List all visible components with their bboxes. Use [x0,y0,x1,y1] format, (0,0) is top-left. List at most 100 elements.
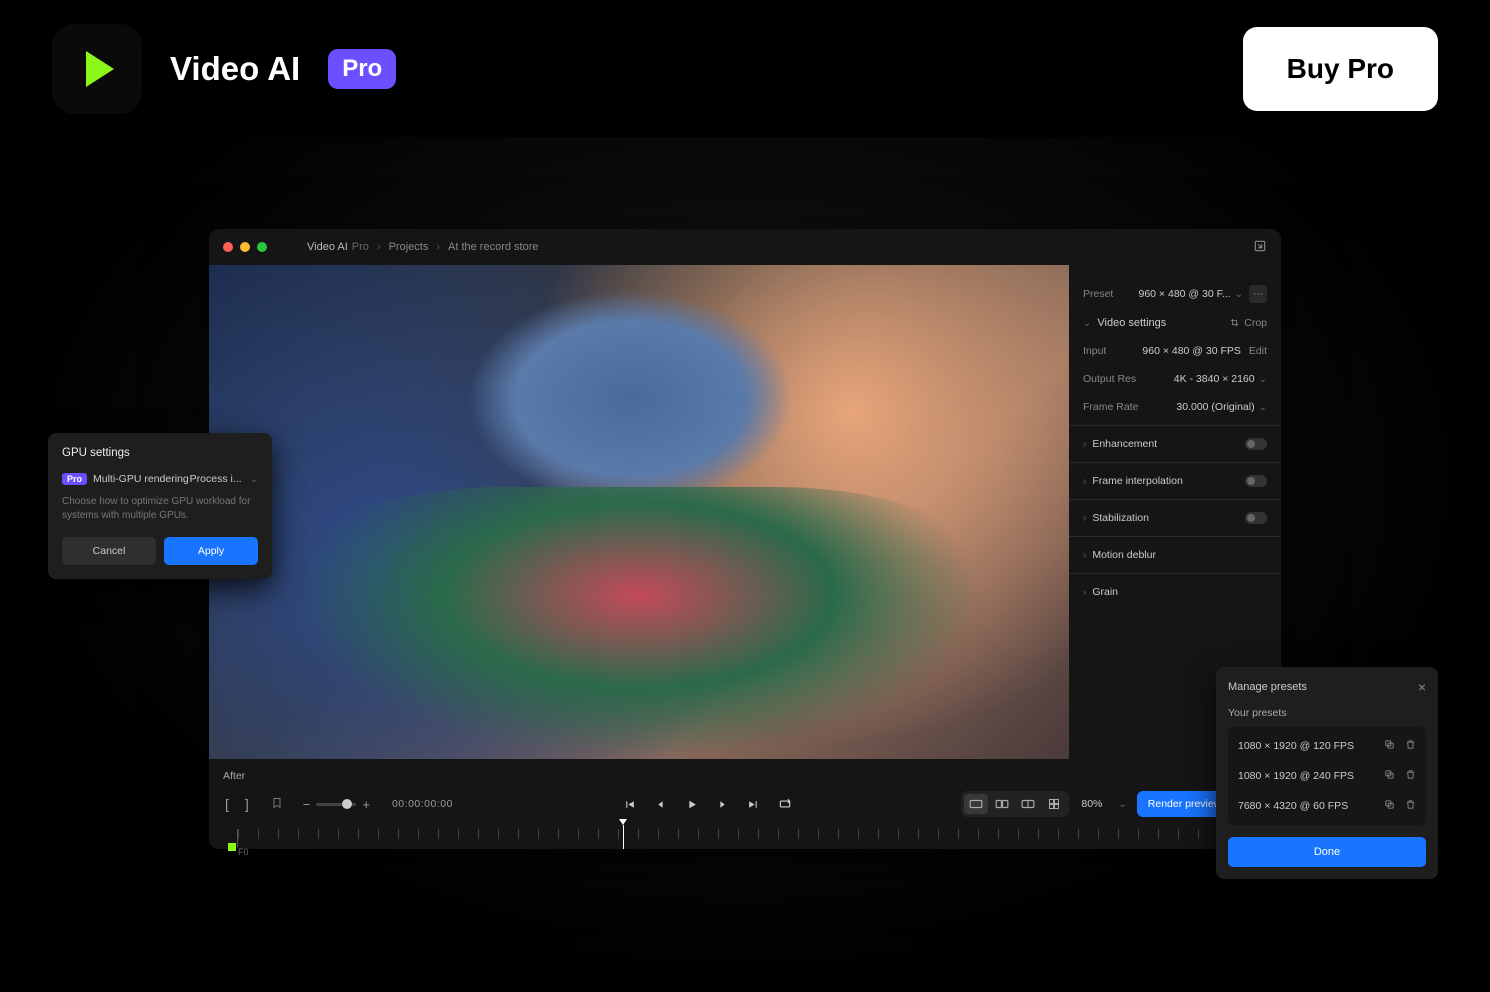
presets-done-button[interactable]: Done [1228,837,1426,867]
output-label: Output Res [1083,373,1136,385]
timeline-ticks [238,829,1252,839]
next-frame-button[interactable] [716,798,729,811]
editor-titlebar: Video AI Pro › Projects › At the record … [209,229,1281,265]
video-settings-header[interactable]: ⌄ Video settings Crop [1079,309,1271,337]
enhancement-section[interactable]: › Enhancement [1079,430,1271,458]
gpu-setting-row: Pro Multi-GPU rendering Process i... ⌄ [62,473,258,485]
frame-interpolation-section[interactable]: › Frame interpolation [1079,467,1271,495]
preset-item: 1080 × 1920 @ 240 FPS [1232,761,1422,791]
gpu-description: Choose how to optimize GPU workload for … [62,495,258,523]
view-single-button[interactable] [964,794,988,814]
enhancement-toggle[interactable] [1245,438,1267,450]
preset-item: 7680 × 4320 @ 60 FPS [1232,791,1422,821]
input-label: Input [1083,345,1106,357]
transport-controls [623,797,792,811]
timecode: 00:00:00:00 [392,798,453,810]
gpu-settings-popup: GPU settings Pro Multi-GPU rendering Pro… [48,433,272,579]
output-row[interactable]: Output Res 4K - 3840 × 2160 ⌄ [1079,365,1271,393]
breadcrumb-sep: › [377,241,381,253]
preset-more-button[interactable]: ⋯ [1249,285,1267,303]
trash-icon[interactable] [1405,739,1416,753]
close-icon[interactable]: × [1418,679,1426,695]
timeline-track[interactable]: F0 F347 [237,829,1253,847]
video-settings-label: Video settings [1097,317,1166,329]
preview-image [209,265,1069,759]
skip-end-button[interactable] [747,798,760,811]
framerate-label: Frame Rate [1083,401,1138,413]
stabilization-section[interactable]: › Stabilization [1079,504,1271,532]
chevron-right-icon: › [1083,476,1086,487]
minimize-window-icon[interactable] [240,242,250,252]
view-split-button[interactable] [990,794,1014,814]
close-window-icon[interactable] [223,242,233,252]
prev-frame-button[interactable] [654,798,667,811]
buy-pro-button[interactable]: Buy Pro [1243,27,1438,111]
breadcrumb-section[interactable]: Projects [389,241,429,253]
export-icon[interactable] [1253,239,1267,256]
edit-input-button[interactable]: Edit [1249,345,1267,357]
zoom-thumb[interactable] [342,799,352,809]
video-preview[interactable] [209,265,1069,759]
marker-icon[interactable] [271,797,283,812]
preset-item: 1080 × 1920 @ 120 FPS [1232,731,1422,761]
presets-title: Manage presets [1228,681,1307,693]
divider [1069,573,1281,574]
input-value: 960 × 480 @ 30 FPS [1142,345,1241,357]
view-grid-button[interactable] [1042,794,1066,814]
motion-deblur-label: Motion deblur [1092,549,1156,561]
skip-start-button[interactable] [623,798,636,811]
divider [1069,462,1281,463]
maximize-window-icon[interactable] [257,242,267,252]
chevron-right-icon: › [1083,550,1086,561]
stabilization-toggle[interactable] [1245,512,1267,524]
preset-item-label: 1080 × 1920 @ 120 FPS [1238,740,1354,752]
gpu-mode-select[interactable]: Process i... ⌄ [190,473,258,485]
motion-deblur-section[interactable]: › Motion deblur [1079,541,1271,569]
copy-icon[interactable] [1384,799,1395,813]
loop-button[interactable] [778,797,792,811]
editor-window: Video AI Pro › Projects › At the record … [209,229,1281,849]
mark-out-button[interactable]: ] [243,796,251,812]
gpu-select-value: Process i... [190,473,242,485]
controls-main-row: [ ] − + 00:00:00:00 [223,787,1267,821]
play-icon [86,51,114,87]
controls-top-row: After [223,765,1267,787]
view-slider-button[interactable] [1016,794,1040,814]
presets-subtitle: Your presets [1228,707,1426,719]
copy-icon[interactable] [1384,739,1395,753]
crop-button[interactable]: Crop [1230,317,1267,329]
trash-icon[interactable] [1405,799,1416,813]
presets-header: Manage presets × [1228,679,1426,695]
framerate-row[interactable]: Frame Rate 30.000 (Original) ⌄ [1079,393,1271,421]
app-title: Video AI [170,50,300,88]
timeline-playhead[interactable] [623,825,624,849]
chevron-down-icon: ⌄ [1259,402,1267,413]
divider [1069,536,1281,537]
preset-list: 1080 × 1920 @ 120 FPS 1080 × 1920 @ 240 … [1228,727,1426,825]
stage: Video AI Pro › Projects › At the record … [0,137,1490,992]
player-controls: After [ ] − + 00:00:00:00 [209,759,1281,849]
copy-icon[interactable] [1384,769,1395,783]
header-left: Video AI Pro [52,24,396,114]
zoom-slider[interactable] [316,803,356,806]
gpu-cancel-button[interactable]: Cancel [62,537,156,565]
preset-item-label: 1080 × 1920 @ 240 FPS [1238,770,1354,782]
zoom-in-button[interactable]: + [362,797,370,812]
app-logo [52,24,142,114]
frame-interpolation-toggle[interactable] [1245,475,1267,487]
preset-item-label: 7680 × 4320 @ 60 FPS [1238,800,1348,812]
framerate-value: 30.000 (Original) [1176,401,1254,413]
preset-select[interactable]: 960 × 480 @ 30 F... ⌄ ⋯ [1139,285,1268,303]
mark-in-button[interactable]: [ [223,796,231,812]
trash-icon[interactable] [1405,769,1416,783]
gpu-apply-button[interactable]: Apply [164,537,258,565]
play-button[interactable] [685,798,698,811]
output-value: 4K - 3840 × 2160 [1174,373,1255,385]
grain-section[interactable]: › Grain [1079,578,1271,606]
zoom-out-button[interactable]: − [303,797,311,812]
timeline[interactable]: F0 F347 [223,823,1267,853]
breadcrumb-app-suffix: Pro [352,241,369,253]
zoom-percent[interactable]: 80% [1073,798,1110,810]
preset-label: Preset [1083,288,1113,300]
page-header: Video AI Pro Buy Pro [0,0,1490,137]
